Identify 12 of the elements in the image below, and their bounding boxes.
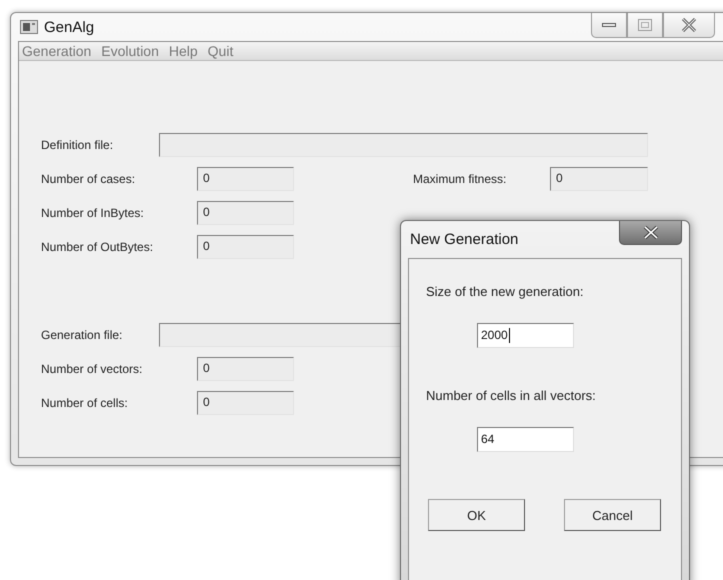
- field-label: Number of cases:: [41, 172, 136, 186]
- field-label: Generation file:: [41, 328, 124, 342]
- field-label: Number of InBytes:: [41, 206, 145, 220]
- field-label: Number of cells:: [41, 396, 129, 410]
- field-label: Number of vectors:: [41, 362, 144, 376]
- field-label: Number of cells in all vectors:: [426, 388, 597, 403]
- field-label: Definition file:: [41, 138, 114, 152]
- field-label: Size of the new generation:: [426, 284, 585, 299]
- dialog-title: New Generation: [409, 231, 518, 248]
- field-label: Number of OutBytes:: [41, 240, 154, 254]
- window-title: GenAlg: [44, 18, 94, 36]
- field-label: Maximum fitness:: [413, 172, 508, 186]
